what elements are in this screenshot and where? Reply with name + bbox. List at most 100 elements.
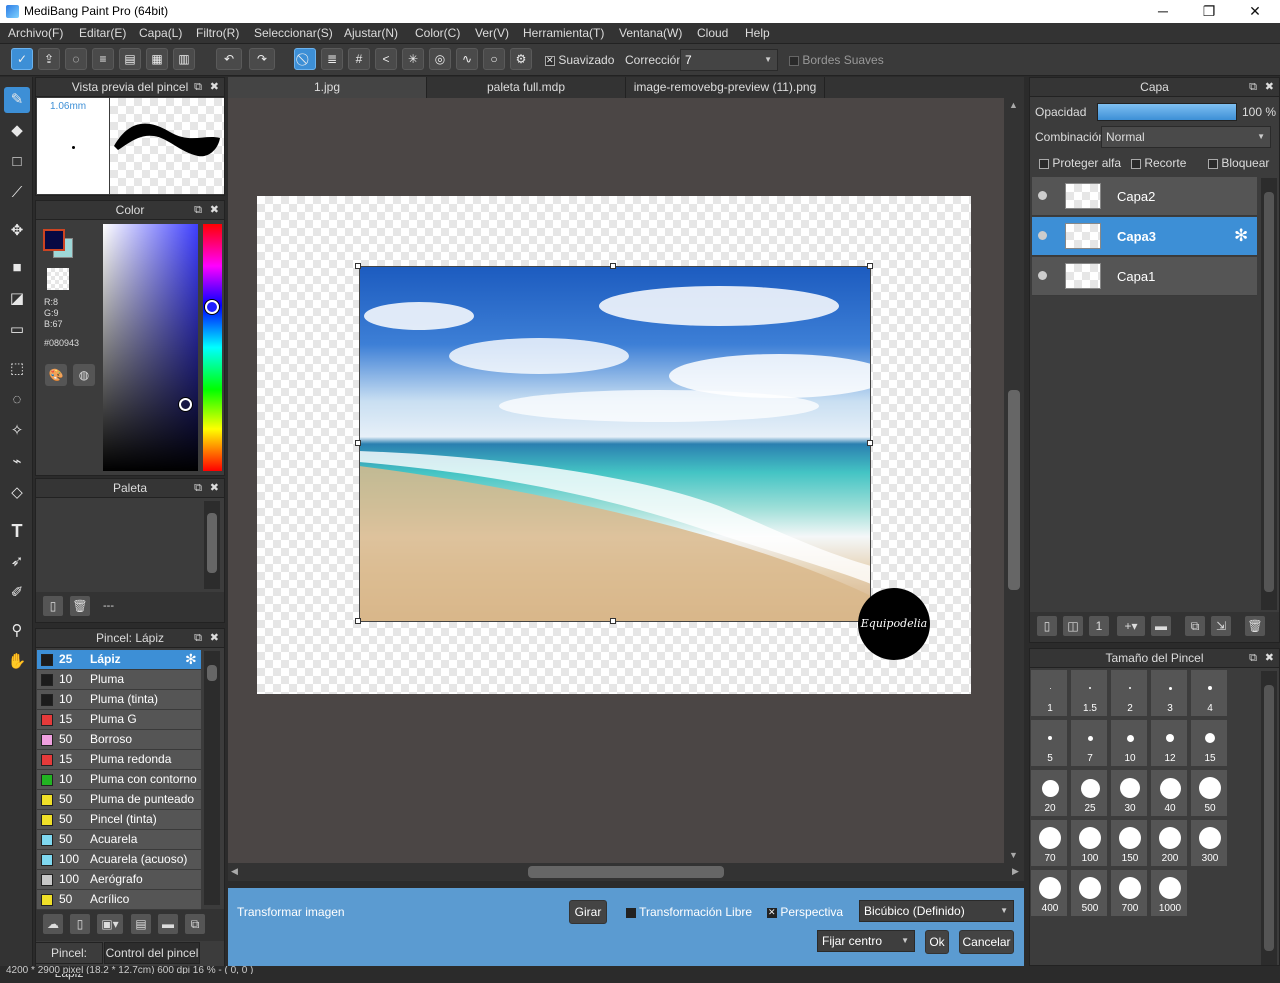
transform-handle-tr[interactable] — [867, 263, 873, 269]
bordes-suaves-toggle[interactable]: Bordes Suaves — [789, 53, 884, 67]
hue-slider[interactable] — [203, 224, 222, 471]
brush-size-cell[interactable]: 200 — [1150, 819, 1188, 867]
canvas-vscrollbar[interactable]: ▲ ▼ — [1004, 98, 1024, 863]
close-icon[interactable]: ✖ — [210, 78, 219, 96]
move-tool-icon[interactable]: ✥ — [4, 218, 30, 244]
scroll-down-icon[interactable]: ▼ — [1009, 850, 1018, 860]
correccion-select[interactable]: 7 ▼ — [680, 49, 778, 71]
brush-size-cell[interactable]: 25 — [1070, 769, 1108, 817]
undock-icon[interactable]: ⧉ — [1249, 649, 1257, 667]
menu-capa[interactable]: Capa(L) — [139, 26, 182, 40]
brush-size-cell[interactable]: 20 — [1030, 769, 1068, 817]
visibility-icon[interactable] — [1038, 231, 1047, 240]
tab-doc-2[interactable]: paleta full.mdp — [427, 77, 626, 98]
select-rect-tool-icon[interactable]: ⬚ — [4, 356, 30, 382]
text-tool-icon[interactable]: T — [4, 518, 30, 544]
free-transform-toggle[interactable]: Transformación Libre — [626, 905, 752, 919]
snap-off-icon[interactable]: ⃠ — [294, 48, 316, 70]
bordes-checkbox[interactable] — [789, 55, 799, 66]
hue-handle[interactable] — [205, 300, 219, 314]
brush-size-cell[interactable]: 1000 — [1150, 869, 1188, 917]
brush-list-item[interactable]: 10 Pluma (tinta) — [37, 690, 201, 710]
canvas-hscroll-thumb[interactable] — [528, 866, 724, 878]
cloud-brush-icon[interactable]: ☁ — [43, 914, 63, 934]
clip-checkbox[interactable] — [1131, 158, 1141, 169]
brush-size-scroll-thumb[interactable] — [1264, 685, 1274, 951]
protect-alpha-toggle[interactable]: Proteger alfa — [1039, 156, 1121, 170]
brush-list-item[interactable]: 50 Borroso — [37, 730, 201, 750]
scroll-right-icon[interactable]: ▶ — [1012, 866, 1019, 877]
brush-size-cell[interactable]: 700 — [1110, 869, 1148, 917]
menu-ventana[interactable]: Ventana(W) — [619, 26, 682, 40]
delete-layer-icon[interactable]: 🗑 — [1245, 616, 1265, 636]
clip-toggle[interactable]: Recorte — [1131, 156, 1186, 170]
concentric-snap-icon[interactable]: ◎ — [429, 48, 451, 70]
brush-size-cell[interactable]: 1 — [1030, 669, 1068, 717]
scroll-up-icon[interactable]: ▲ — [1009, 100, 1018, 110]
palette-scroll-thumb[interactable] — [207, 513, 217, 573]
brush-list-item[interactable]: 100 Acuarela (acuoso) — [37, 850, 201, 870]
undock-icon[interactable]: ⧉ — [194, 201, 202, 219]
close-icon[interactable]: ✖ — [1265, 78, 1274, 96]
brush-size-cell[interactable]: 100 — [1070, 819, 1108, 867]
primary-color-swatch[interactable] — [43, 229, 65, 251]
transparent-color-swatch[interactable] — [47, 268, 69, 290]
sv-picker-handle[interactable] — [179, 398, 192, 411]
brush-list-item[interactable]: 50 Acrílico — [37, 890, 201, 910]
perspective-checkbox[interactable] — [767, 907, 777, 918]
new-page-icon[interactable]: ▯ — [43, 596, 63, 616]
duplicate-icon[interactable]: ⧉ — [185, 914, 205, 934]
tab-doc-1[interactable]: 1.jpg — [228, 77, 427, 98]
undo-icon[interactable]: ↶ — [216, 48, 242, 70]
parallel-snap-icon[interactable]: ≣ — [321, 48, 343, 70]
brush-size-cell[interactable]: 300 — [1190, 819, 1228, 867]
brush-list-item[interactable]: 15 Pluma redonda — [37, 750, 201, 770]
close-icon[interactable]: ✖ — [210, 479, 219, 497]
redo-icon[interactable]: ↷ — [249, 48, 275, 70]
close-icon[interactable]: ✖ — [1265, 649, 1274, 667]
grid-snap-icon[interactable]: # — [348, 48, 370, 70]
brush-size-cell[interactable]: 3 — [1150, 669, 1188, 717]
brush-list-scroll-thumb[interactable] — [207, 665, 217, 681]
brush-list-item[interactable]: 15 Pluma G — [37, 710, 201, 730]
menu-ver[interactable]: Ver(V) — [475, 26, 509, 40]
menu-cloud[interactable]: Cloud — [697, 26, 728, 40]
eraser-tool-icon[interactable]: ◆ — [4, 118, 30, 144]
new-layer-icon[interactable]: ▯ — [1037, 616, 1057, 636]
brush-tool-icon[interactable]: ✎ — [4, 87, 30, 113]
new-1bit-layer-icon[interactable]: 1 — [1089, 616, 1109, 636]
transform-handle-bc[interactable] — [610, 618, 616, 624]
menu-help[interactable]: Help — [745, 26, 770, 40]
layer-scrollbar[interactable] — [1261, 178, 1277, 610]
brush-size-cell[interactable]: 5 — [1030, 719, 1068, 767]
radial-snap-icon[interactable]: ✳ — [402, 48, 424, 70]
transform-handle-bl[interactable] — [355, 618, 361, 624]
layer-row[interactable]: Capa2 — [1032, 177, 1257, 216]
transform-handle-mr[interactable] — [867, 440, 873, 446]
bucket-tool-icon[interactable]: ◪ — [4, 286, 30, 312]
interpolation-select[interactable]: Bicúbico (Definido) ▼ — [859, 900, 1014, 922]
canvas-hscrollbar[interactable]: ◀ ▶ — [228, 863, 1024, 881]
brush-list-item[interactable]: 25 Lápiz ✻ — [37, 650, 201, 670]
brush-size-scrollbar[interactable] — [1261, 671, 1277, 965]
brush-size-cell[interactable]: 7 — [1070, 719, 1108, 767]
anchor-select[interactable]: Fijar centro ▼ — [817, 930, 915, 952]
comment-icon[interactable]: ◌ — [65, 48, 87, 70]
brush-list-item[interactable]: 50 Pluma de punteado — [37, 790, 201, 810]
brush-size-cell[interactable]: 400 — [1030, 869, 1068, 917]
brush-size-cell[interactable]: 15 — [1190, 719, 1228, 767]
layer-row[interactable]: Capa1 — [1032, 257, 1257, 296]
cancel-button[interactable]: Cancelar — [959, 930, 1014, 954]
brush-settings-icon[interactable]: ▤ — [131, 914, 151, 934]
free-transform-checkbox[interactable] — [626, 907, 636, 918]
brush-size-cell[interactable]: 40 — [1150, 769, 1188, 817]
scroll-left-icon[interactable]: ◀ — [231, 866, 238, 877]
hand-tool-icon[interactable]: ✋ — [4, 649, 30, 675]
trash-icon[interactable]: 🗑 — [70, 596, 90, 616]
brush-size-cell[interactable]: 10 — [1110, 719, 1148, 767]
lock-toggle[interactable]: Bloquear — [1208, 156, 1269, 170]
close-button[interactable]: ✕ — [1232, 0, 1278, 23]
brush-list-item[interactable]: 50 Acuarela — [37, 830, 201, 850]
upload-icon[interactable]: ⇪ — [38, 48, 60, 70]
brush-size-cell[interactable]: 2 — [1110, 669, 1148, 717]
